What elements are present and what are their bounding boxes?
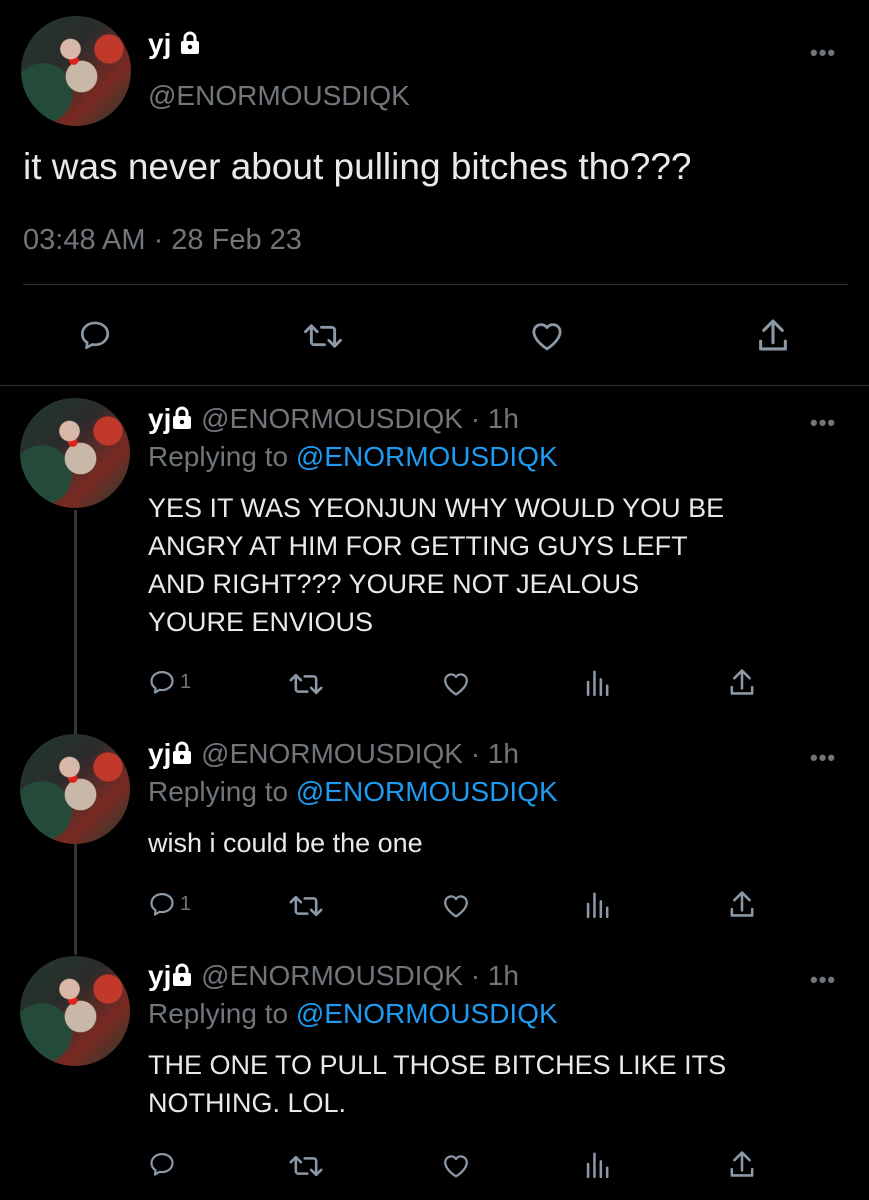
retweet-icon[interactable] xyxy=(288,892,324,920)
reply-text-line: NOTHING. LOL. xyxy=(148,1088,347,1118)
replying-handle-link[interactable]: @ENORMOUSDIQK xyxy=(296,776,558,807)
author-handle[interactable]: @ENORMOUSDIQK xyxy=(201,960,463,991)
tweet-text: it was never about pulling bitches tho??… xyxy=(23,146,692,187)
author-row: yj @ENORMOUSDIQK · 1h xyxy=(148,959,519,995)
reply-text-line: wish i could be the one xyxy=(148,828,423,858)
like-icon[interactable] xyxy=(440,669,472,697)
share-icon[interactable] xyxy=(728,888,756,920)
author-row: yj @ENORMOUSDIQK · 1h xyxy=(148,402,519,438)
lock-icon xyxy=(179,30,201,62)
reply-text: YES IT WAS YEONJUN WHY WOULD YOU BE ANGR… xyxy=(148,489,724,641)
reply-text: wish i could be the one xyxy=(148,824,423,862)
author-name[interactable]: yj xyxy=(148,960,171,991)
share-icon[interactable] xyxy=(728,666,756,698)
author-name[interactable]: yj xyxy=(148,28,171,59)
views-icon[interactable] xyxy=(584,890,610,918)
more-icon[interactable]: ••• xyxy=(810,410,836,436)
reply-count: 1 xyxy=(180,670,192,693)
share-icon[interactable] xyxy=(728,1148,756,1180)
thread-line xyxy=(74,510,77,955)
divider xyxy=(23,284,848,285)
reply-icon[interactable] xyxy=(78,318,112,352)
author-row: yj xyxy=(148,28,201,62)
reply-icon xyxy=(148,1150,176,1178)
retweet-icon[interactable] xyxy=(302,320,344,352)
share-icon[interactable] xyxy=(756,316,790,354)
divider xyxy=(0,385,869,386)
like-icon[interactable] xyxy=(528,318,566,352)
replying-to: Replying to @ENORMOUSDIQK xyxy=(148,441,558,473)
author-handle[interactable]: @ENORMOUSDIQK xyxy=(201,403,463,434)
author-row: yj @ENORMOUSDIQK · 1h xyxy=(148,737,519,773)
reply-button[interactable] xyxy=(148,1150,180,1178)
like-icon[interactable] xyxy=(440,1151,472,1179)
reply-text-line: ANGRY AT HIM FOR GETTING GUYS LEFT xyxy=(148,531,688,561)
reply-icon xyxy=(148,668,176,696)
author-name[interactable]: yj xyxy=(148,403,171,434)
replying-to: Replying to @ENORMOUSDIQK xyxy=(148,998,558,1030)
replying-label: Replying to xyxy=(148,776,289,807)
author-handle[interactable]: @ENORMOUSDIQK xyxy=(201,738,463,769)
more-icon[interactable]: ••• xyxy=(810,967,836,993)
avatar[interactable] xyxy=(20,398,130,508)
avatar[interactable] xyxy=(20,956,130,1066)
replying-handle-link[interactable]: @ENORMOUSDIQK xyxy=(296,441,558,472)
replying-label: Replying to xyxy=(148,441,289,472)
retweet-icon[interactable] xyxy=(288,1152,324,1180)
replying-label: Replying to xyxy=(148,998,289,1029)
reply-button[interactable]: 1 xyxy=(148,668,191,696)
author-handle[interactable]: @ENORMOUSDIQK xyxy=(148,80,410,112)
views-icon[interactable] xyxy=(584,1150,610,1178)
avatar[interactable] xyxy=(21,16,131,126)
reply-time: · 1h xyxy=(470,738,519,769)
more-icon[interactable]: ••• xyxy=(810,745,836,771)
avatar[interactable] xyxy=(20,734,130,844)
like-icon[interactable] xyxy=(440,891,472,919)
reply-time: · 1h xyxy=(470,403,519,434)
reply-text-line: THE ONE TO PULL THOSE BITCHES LIKE ITS xyxy=(148,1050,727,1080)
reply-icon xyxy=(148,890,176,918)
more-icon[interactable]: ••• xyxy=(810,40,836,66)
reply-text-line: AND RIGHT??? YOURE NOT JEALOUS xyxy=(148,569,640,599)
reply-text-line: YOURE ENVIOUS xyxy=(148,607,374,637)
replying-handle-link[interactable]: @ENORMOUSDIQK xyxy=(296,998,558,1029)
reply-button[interactable]: 1 xyxy=(148,890,191,918)
views-icon[interactable] xyxy=(584,668,610,696)
lock-icon xyxy=(171,961,193,995)
reply-text-line: YES IT WAS YEONJUN WHY WOULD YOU BE xyxy=(148,493,725,523)
retweet-icon[interactable] xyxy=(288,670,324,698)
reply-count: 1 xyxy=(180,892,192,915)
replying-to: Replying to @ENORMOUSDIQK xyxy=(148,776,558,808)
author-name[interactable]: yj xyxy=(148,738,171,769)
reply-time: · 1h xyxy=(470,960,519,991)
lock-icon xyxy=(171,739,193,773)
lock-icon xyxy=(171,404,193,438)
reply-text: THE ONE TO PULL THOSE BITCHES LIKE ITS N… xyxy=(148,1046,726,1122)
tweet-timestamp[interactable]: 03:48 AM · 28 Feb 23 xyxy=(23,224,302,257)
